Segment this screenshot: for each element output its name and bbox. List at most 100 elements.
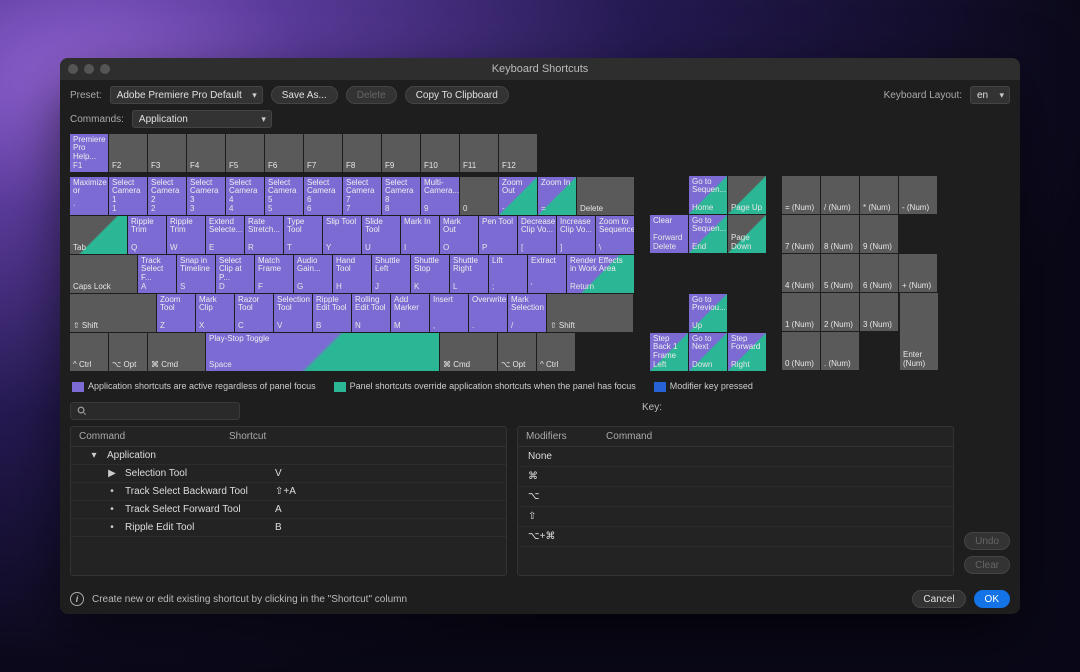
key-m[interactable]: Add MarkerM — [391, 294, 429, 332]
key-7[interactable]: Select Camera 77 — [343, 177, 381, 215]
key-q[interactable]: Ripple TrimQ — [128, 216, 166, 254]
key-t[interactable]: Type ToolT — [284, 216, 322, 254]
key-page-down[interactable]: Page Down — [728, 215, 766, 253]
commands-select[interactable]: Application — [132, 110, 272, 128]
modifier-row[interactable]: ⌥+⌘ — [518, 527, 953, 547]
key-f6[interactable]: F6 — [265, 134, 303, 172]
key--[interactable]: Zoom Out- — [499, 177, 537, 215]
key-3[interactable]: Select Camera 33 — [187, 177, 225, 215]
key-h[interactable]: Hand ToolH — [333, 255, 371, 293]
key--opt[interactable]: ⌥ Opt — [109, 333, 147, 371]
modifier-row[interactable]: ⌥ — [518, 487, 953, 507]
key--cmd[interactable]: ⌘ Cmd — [148, 333, 205, 371]
key-tab[interactable]: Tab — [70, 216, 127, 254]
key-down[interactable]: Go to NextDown — [689, 333, 727, 371]
modifier-row[interactable]: ⌘ — [518, 467, 953, 487]
key-b[interactable]: Ripple Edit ToolB — [313, 294, 351, 332]
key-8-num-[interactable]: 8 (Num) — [821, 215, 859, 253]
key-home[interactable]: Go to Sequen...Home — [689, 176, 727, 214]
key--[interactable]: Zoom to Sequence\ — [596, 216, 634, 254]
key--[interactable]: Mark Selection/ — [508, 294, 546, 332]
key-f9[interactable]: F9 — [382, 134, 420, 172]
key-v[interactable]: Selection ToolV — [274, 294, 312, 332]
search-input[interactable] — [92, 405, 233, 416]
key-2-num-[interactable]: 2 (Num) — [821, 293, 859, 331]
key-p[interactable]: Pen ToolP — [479, 216, 517, 254]
command-row[interactable]: •Track Select Backward Tool⇧+A — [71, 483, 506, 501]
key-4-num-[interactable]: 4 (Num) — [782, 254, 820, 292]
key-z[interactable]: Zoom ToolZ — [157, 294, 195, 332]
key-o[interactable]: Mark OutO — [440, 216, 478, 254]
command-row[interactable]: ▾Application — [71, 447, 506, 465]
key-9-num-[interactable]: 9 (Num) — [860, 215, 898, 253]
key-up[interactable]: Go to Previou...Up — [689, 294, 727, 332]
key-f11[interactable]: F11 — [460, 134, 498, 172]
key--num-[interactable]: * (Num) — [860, 176, 898, 214]
key-delete[interactable]: Delete — [577, 177, 634, 215]
key-f10[interactable]: F10 — [421, 134, 459, 172]
key-return[interactable]: Render Effects in Work AreaReturn — [567, 255, 634, 293]
key--[interactable]: Maximize or` — [70, 177, 108, 215]
key--[interactable]: Insert, — [430, 294, 468, 332]
save-as-button[interactable]: Save As... — [271, 86, 338, 104]
key-c[interactable]: Razor ToolC — [235, 294, 273, 332]
key-f[interactable]: Match FrameF — [255, 255, 293, 293]
undo-button[interactable]: Undo — [964, 532, 1010, 550]
key-f1[interactable]: Premiere Pro Help...F1 — [70, 134, 108, 172]
key-end[interactable]: Go to Sequen...End — [689, 215, 727, 253]
key-i[interactable]: Mark InI — [401, 216, 439, 254]
key-4[interactable]: Select Camera 44 — [226, 177, 264, 215]
key--num-[interactable]: - (Num) — [899, 176, 937, 214]
key-k[interactable]: Shuttle StopK — [411, 255, 449, 293]
key--opt[interactable]: ⌥ Opt — [498, 333, 536, 371]
key-a[interactable]: Track Select F...A — [138, 255, 176, 293]
key-3-num-[interactable]: 3 (Num) — [860, 293, 898, 331]
key-g[interactable]: Audio Gain...G — [294, 255, 332, 293]
key--num-[interactable]: . (Num) — [821, 332, 859, 370]
preset-select[interactable]: Adobe Premiere Pro Default — [110, 86, 263, 104]
key-l[interactable]: Shuttle RightL — [450, 255, 488, 293]
clear-button[interactable]: Clear — [964, 556, 1010, 574]
key-u[interactable]: Slide ToolU — [362, 216, 400, 254]
key--cmd[interactable]: ⌘ Cmd — [440, 333, 497, 371]
key-0[interactable]: 0 — [460, 177, 498, 215]
key-right[interactable]: Step ForwardRight — [728, 333, 766, 371]
command-row[interactable]: ▶Selection ToolV — [71, 465, 506, 483]
copy-clipboard-button[interactable]: Copy To Clipboard — [405, 86, 509, 104]
key-x[interactable]: Mark ClipX — [196, 294, 234, 332]
key-0-num-[interactable]: 0 (Num) — [782, 332, 820, 370]
key-1[interactable]: Select Camera 11 — [109, 177, 147, 215]
command-row[interactable]: •Ripple Edit ToolB — [71, 519, 506, 537]
key--[interactable]: Zoom In= — [538, 177, 576, 215]
key-page-up[interactable]: Page Up — [728, 176, 766, 214]
key-left[interactable]: Step Back 1 FrameLeft — [650, 333, 688, 371]
key--[interactable]: Lift; — [489, 255, 527, 293]
key-j[interactable]: Shuttle LeftJ — [372, 255, 410, 293]
key-e[interactable]: Extend Selecte...E — [206, 216, 244, 254]
key-d[interactable]: Select Clip at P...D — [216, 255, 254, 293]
key-space[interactable]: Play-Stop ToggleSpace — [206, 333, 439, 371]
key--num-[interactable]: = (Num) — [782, 176, 820, 214]
key-f2[interactable]: F2 — [109, 134, 147, 172]
key-y[interactable]: Slip ToolY — [323, 216, 361, 254]
key--num-[interactable]: / (Num) — [821, 176, 859, 214]
key-f3[interactable]: F3 — [148, 134, 186, 172]
key-1-num-[interactable]: 1 (Num) — [782, 293, 820, 331]
key-7-num-[interactable]: 7 (Num) — [782, 215, 820, 253]
key--[interactable]: Decrease Clip Vo...[ — [518, 216, 556, 254]
modifier-row[interactable]: ⇧ — [518, 507, 953, 527]
key-5-num-[interactable]: 5 (Num) — [821, 254, 859, 292]
key-r[interactable]: Rate Stretch...R — [245, 216, 283, 254]
key-enter-num-[interactable]: Enter (Num) — [900, 293, 938, 370]
key--[interactable]: Extract' — [528, 255, 566, 293]
key-2[interactable]: Select Camera 22 — [148, 177, 186, 215]
key-forward-delete[interactable]: ClearForward Delete — [650, 215, 688, 253]
key-f5[interactable]: F5 — [226, 134, 264, 172]
search-field[interactable] — [70, 402, 240, 420]
key-f7[interactable]: F7 — [304, 134, 342, 172]
key-9[interactable]: Multi-Camera...9 — [421, 177, 459, 215]
window-controls[interactable] — [68, 64, 110, 74]
layout-select[interactable]: en — [970, 86, 1010, 104]
key--shift[interactable]: ⇧ Shift — [70, 294, 156, 332]
key-s[interactable]: Snap in TimelineS — [177, 255, 215, 293]
